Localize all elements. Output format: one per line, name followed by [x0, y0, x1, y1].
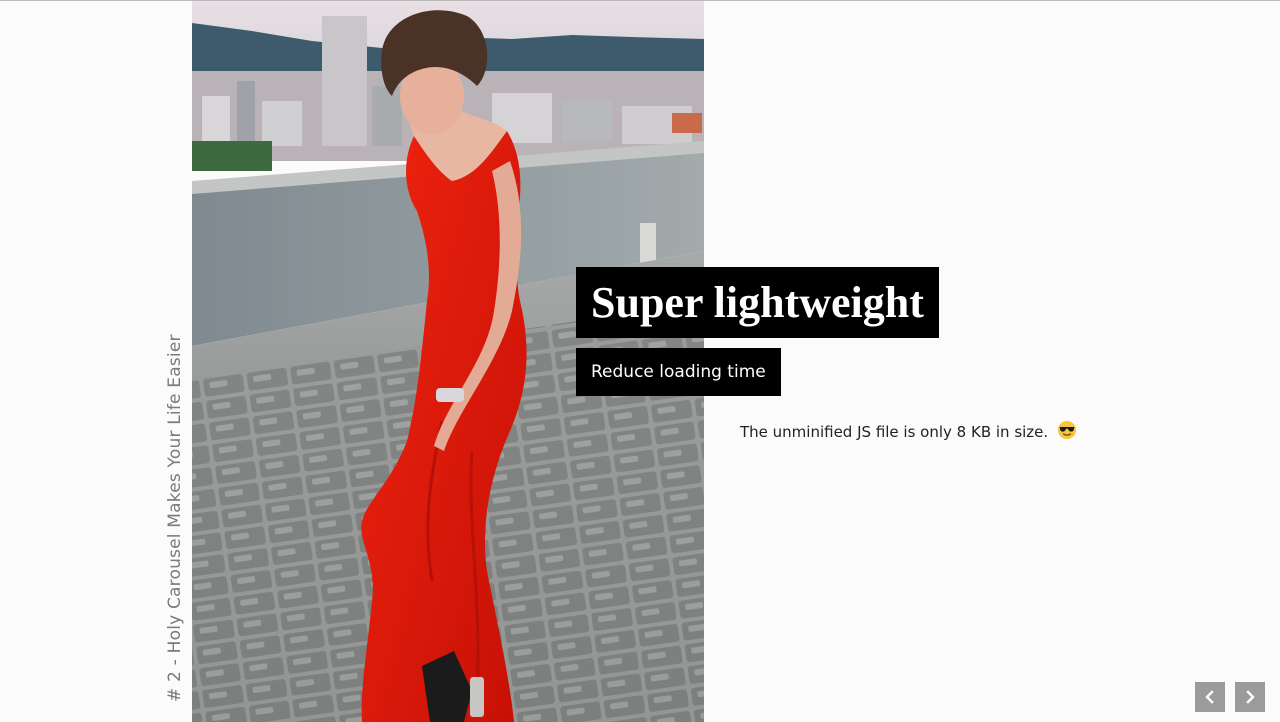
description-text: The unminified JS file is only 8 KB in s…	[740, 423, 1049, 441]
next-slide-button[interactable]	[1235, 682, 1265, 712]
slide-subtitle: Reduce loading time	[576, 348, 781, 396]
previous-slide-button[interactable]	[1195, 682, 1225, 712]
slide-description: The unminified JS file is only 8 KB in s…	[740, 420, 1077, 445]
slide-number-label: # 2 - Holy Carousel Makes Your Life Easi…	[165, 334, 185, 702]
chevron-right-icon	[1246, 690, 1255, 704]
chevron-left-icon	[1205, 690, 1214, 704]
sunglasses-emoji-icon	[1057, 420, 1077, 445]
slide-title: Super lightweight	[576, 267, 939, 338]
